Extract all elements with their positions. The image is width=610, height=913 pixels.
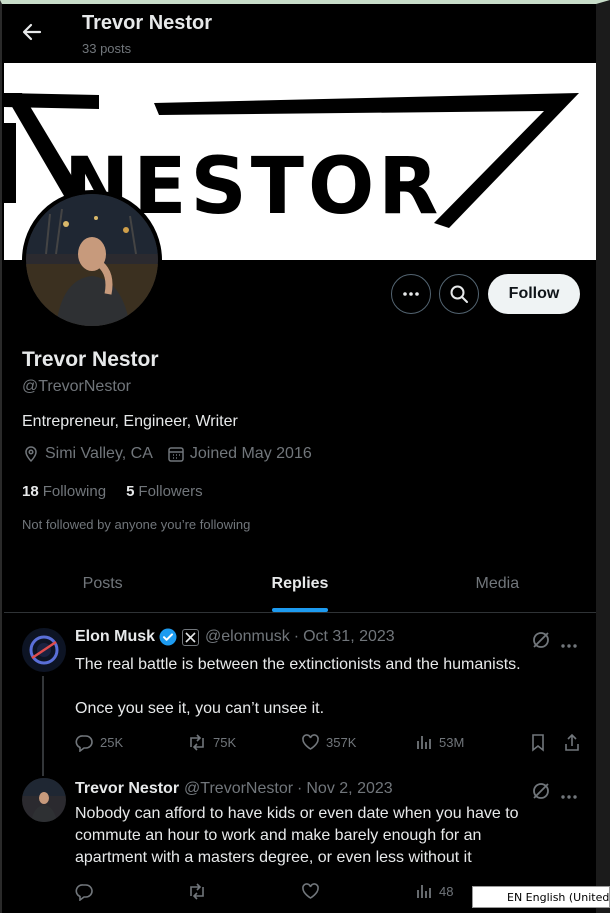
views-button[interactable]: 48 [415, 882, 453, 900]
profile-avatar[interactable] [22, 190, 162, 330]
back-arrow-icon[interactable] [20, 20, 44, 44]
share-button[interactable] [563, 733, 587, 752]
following-link[interactable]: 18 Following [22, 483, 106, 500]
tweet-date[interactable]: Nov 2, 2023 [306, 780, 392, 798]
tab-posts-label: Posts [82, 575, 123, 592]
profile-bio: Entrepreneur, Engineer, Writer [22, 413, 238, 430]
like-button[interactable]: 357K [301, 733, 356, 752]
tweet-actions: 25K 75K 357K 53M [75, 733, 585, 755]
search-profile-button[interactable] [439, 274, 479, 314]
post-count: 33 posts [82, 41, 132, 56]
more-options-button[interactable] [391, 274, 431, 314]
tweet-avatar[interactable] [22, 628, 66, 672]
heart-icon [302, 883, 319, 899]
heart-icon [302, 734, 319, 750]
tweet-separator: · [293, 628, 300, 645]
followers-label: Followers [138, 483, 203, 500]
tab-replies-label: Replies [271, 575, 329, 592]
views-button[interactable]: 53M [415, 733, 464, 751]
profile-handle: @TrevorNestor [22, 378, 131, 395]
active-tab-indicator [271, 608, 328, 612]
tab-replies[interactable]: Replies [201, 556, 398, 612]
ellipsis-icon [403, 292, 419, 296]
tweet-header: Trevor Nestor @TrevorNestor · Nov 2, 202… [75, 780, 393, 798]
reply-count: 25K [100, 735, 124, 750]
reply-button[interactable] [75, 882, 100, 901]
view-count: 48 [439, 883, 454, 899]
tweet-header: Elon Musk @elonmusk · Oct 31, 2023 [75, 628, 395, 646]
tweet-text-line: apartment with a masters degree, or even… [75, 849, 472, 866]
header-title: Trevor Nestor [82, 12, 213, 34]
follow-button[interactable]: Follow [488, 274, 580, 314]
join-date: Joined May 2016 [167, 445, 312, 463]
tweet-author-handle[interactable]: @elonmusk [205, 628, 290, 646]
tweet-date[interactable]: Oct 31, 2023 [303, 628, 395, 646]
repost-button[interactable] [187, 882, 213, 901]
profile-tabs: Posts Replies Media [4, 556, 596, 613]
tweet-elon[interactable]: Elon Musk @elonmusk · Oct 31, 2023 The r… [4, 614, 596, 776]
followers-link[interactable]: 5 Followers [126, 483, 203, 500]
tweet-separator: · [297, 780, 303, 797]
tweet-more-icon[interactable] [560, 636, 578, 654]
grok-icon[interactable] [530, 629, 552, 651]
tweet-text-line: The real battle is between the extinctio… [75, 656, 521, 673]
views-chart-icon [417, 885, 431, 898]
follow-counts: 18 Following 5 Followers [22, 483, 223, 500]
app-window: Trevor Nestor 33 posts NESTOR Follow Tre… [0, 0, 610, 913]
tab-media[interactable]: Media [399, 556, 596, 612]
repost-icon [190, 734, 204, 751]
tweet-author-name[interactable]: Trevor Nestor [75, 780, 179, 798]
like-count: 357K [326, 735, 357, 750]
tweet-text-line: commute an hour to work and make barely … [75, 827, 482, 844]
following-label: Following [42, 483, 107, 500]
join-date-text: Joined May 2016 [189, 445, 312, 462]
repost-icon [190, 883, 204, 900]
profile-name: Trevor Nestor [22, 348, 159, 371]
verified-badge-icon [159, 628, 177, 646]
not-followed-note: Not followed by anyone you’re following [22, 517, 251, 532]
following-count: 18 [22, 483, 39, 500]
like-button[interactable] [301, 882, 326, 901]
repost-button[interactable]: 75K [187, 733, 236, 752]
followers-count: 5 [126, 483, 135, 500]
tweet-text-line: Nobody can afford to have kids or even d… [75, 805, 519, 822]
profile-meta: Simi Valley, CA Joined May 2016 [22, 445, 326, 463]
x-affiliate-icon [182, 628, 200, 646]
tweet-text-line: Once you see it, you can’t unsee it. [75, 700, 325, 717]
location: Simi Valley, CA [22, 445, 153, 463]
avatar [26, 194, 158, 326]
location-text: Simi Valley, CA [45, 445, 153, 462]
tweet-author-handle[interactable]: @TrevorNestor [184, 780, 293, 798]
tweet-avatar[interactable] [22, 778, 66, 822]
search-icon [450, 285, 468, 303]
share-icon [565, 733, 579, 751]
tab-media-label: Media [475, 575, 520, 592]
calendar-icon [168, 447, 184, 462]
tab-posts[interactable]: Posts [4, 556, 201, 612]
view-count: 53M [439, 734, 465, 750]
grok-icon[interactable] [530, 780, 552, 802]
location-pin-icon [25, 446, 37, 463]
tweet-author-name[interactable]: Elon Musk [75, 628, 155, 646]
views-chart-icon [417, 736, 431, 749]
language-indicator[interactable]: EN English (United St [472, 886, 610, 908]
reply-button[interactable]: 25K [75, 733, 123, 752]
reply-icon [75, 735, 93, 752]
bookmark-button[interactable] [529, 733, 553, 752]
repost-count: 75K [213, 735, 237, 750]
reply-icon [75, 884, 93, 901]
bookmark-icon [532, 734, 544, 752]
top-bar: Trevor Nestor 33 posts [2, 4, 596, 62]
